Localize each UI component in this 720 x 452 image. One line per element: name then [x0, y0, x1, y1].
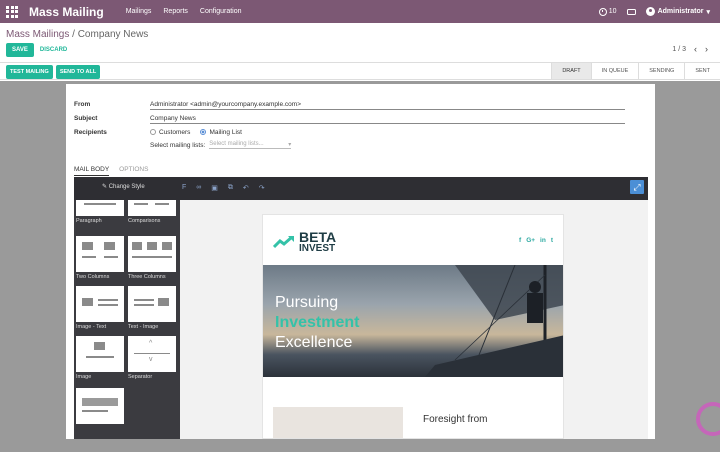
code-icon[interactable]: ⧉: [228, 184, 233, 192]
snippet-three-columns[interactable]: Three Columns: [128, 236, 176, 280]
form-sheet: From Administrator <admin@yourcompany.ex…: [66, 84, 655, 439]
snippet-text-image[interactable]: Text - Image: [128, 286, 176, 330]
logo: BETA INVEST: [273, 229, 337, 254]
avatar: [645, 7, 655, 16]
hero-line-1: Pursuing: [275, 294, 339, 311]
chevron-down-icon: v: [149, 356, 153, 363]
snippet-two-columns[interactable]: Two Columns: [76, 236, 124, 280]
caret-down-icon: ▾: [288, 142, 292, 148]
facebook-icon[interactable]: f: [519, 237, 521, 244]
hero-line-2: Investment: [275, 314, 360, 331]
status-draft[interactable]: DRAFT: [551, 63, 591, 79]
test-mailing-button[interactable]: TEST MAILING: [6, 65, 53, 79]
main-menu: Mailings Reports Configuration: [126, 8, 242, 15]
send-to-all-button[interactable]: SEND TO ALL: [55, 65, 101, 79]
logo-icon: [273, 235, 294, 248]
snippets-panel: Paragraph Comparisons Two Columns Three …: [74, 200, 180, 439]
tab-mail-body[interactable]: MAIL BODY: [74, 166, 110, 176]
chevron-left-icon[interactable]: ‹: [694, 44, 697, 54]
google-plus-icon[interactable]: G+: [526, 237, 535, 244]
undo-icon[interactable]: ↶: [243, 184, 249, 192]
tab-options[interactable]: OPTIONS: [119, 166, 148, 176]
sailboat-image: [425, 265, 563, 377]
status-sending[interactable]: SENDING: [638, 63, 684, 79]
content-image[interactable]: [273, 407, 403, 438]
caret-down-icon: ▾: [706, 8, 710, 16]
breadcrumb: Mass Mailings / Company News: [6, 29, 148, 40]
mailing-lists-input[interactable]: Select mailing lists... ▾: [209, 141, 292, 149]
menu-item-configuration[interactable]: Configuration: [200, 8, 242, 15]
linkedin-icon[interactable]: in: [540, 237, 546, 244]
top-navbar: Mass Mailing Mailings Reports Configurat…: [0, 0, 720, 23]
app-title[interactable]: Mass Mailing: [29, 5, 104, 19]
from-label: From: [74, 101, 91, 108]
messages-icon[interactable]: [626, 8, 636, 15]
chevron-right-icon[interactable]: ›: [705, 44, 708, 54]
breadcrumb-current: Company News: [77, 29, 149, 40]
subject-field[interactable]: Company News: [150, 115, 625, 124]
user-menu[interactable]: Administrator ▾: [645, 7, 710, 16]
apps-menu-icon[interactable]: [6, 5, 20, 19]
pager-value[interactable]: 1 / 3: [672, 46, 686, 53]
twitter-icon[interactable]: t: [551, 237, 553, 244]
status-sent[interactable]: SENT: [684, 63, 720, 79]
radio-customers[interactable]: Customers: [150, 129, 190, 136]
snippet-image-text[interactable]: Image - Text: [76, 286, 124, 330]
redo-icon[interactable]: ↷: [259, 184, 265, 192]
activity-count: 10: [608, 8, 617, 15]
section-title[interactable]: Foresight from: [423, 414, 487, 425]
image-icon[interactable]: ▣: [211, 184, 218, 192]
radio-mailing-list[interactable]: Mailing List: [200, 129, 242, 136]
snippet-paragraph[interactable]: Paragraph: [76, 200, 124, 224]
change-style-button[interactable]: ✎ Change Style: [102, 183, 145, 190]
editor-toolbar: ✎ Change Style F ∞ ▣ ⧉ ↶ ↷ ⤢: [74, 177, 648, 200]
breadcrumb-parent[interactable]: Mass Mailings: [6, 29, 69, 40]
menu-item-mailings[interactable]: Mailings: [126, 8, 152, 15]
social-links: f G+ in t: [519, 237, 553, 244]
mailing-lists-label: Select mailing lists:: [150, 141, 206, 149]
subject-label: Subject: [74, 115, 98, 122]
snippet-comparisons[interactable]: Comparisons: [128, 200, 176, 224]
chevron-up-icon: ^: [149, 340, 153, 347]
radio-button-checked-icon: [200, 129, 207, 136]
brush-icon: ✎: [102, 184, 109, 190]
hero-banner[interactable]: Pursuing Investment Excellence: [263, 265, 563, 377]
pager: 1 / 3 ‹ ›: [672, 44, 708, 54]
email-canvas: BETA INVEST f G+ in t Pursuing Investmen…: [180, 200, 648, 439]
fullscreen-icon[interactable]: ⤢: [630, 180, 644, 194]
menu-item-reports[interactable]: Reports: [163, 8, 188, 15]
from-field[interactable]: Administrator <admin@yourcompany.example…: [150, 101, 625, 110]
activities-button[interactable]: 10: [598, 7, 617, 16]
notebook-tabs: MAIL BODY OPTIONS: [74, 166, 148, 176]
logo-text-line2: INVEST: [299, 242, 336, 254]
discard-button[interactable]: DISCARD: [40, 47, 67, 53]
statusbar: DRAFT IN QUEUE SENDING SENT: [551, 63, 720, 79]
breadcrumb-separator: /: [72, 29, 75, 40]
status-in-queue[interactable]: IN QUEUE: [590, 63, 639, 79]
logo-text-line1: BETA: [299, 229, 337, 245]
hero-line-3: Excellence: [275, 334, 353, 351]
clock-icon: [598, 7, 607, 16]
save-button[interactable]: SAVE: [6, 43, 34, 57]
form-header: TEST MAILING SEND TO ALL DRAFT IN QUEUE …: [0, 62, 720, 80]
snippet-button[interactable]: [76, 388, 124, 426]
email-template[interactable]: BETA INVEST f G+ in t Pursuing Investmen…: [262, 214, 564, 439]
font-icon[interactable]: F: [182, 184, 186, 192]
radio-button-icon: [150, 129, 156, 136]
snippet-image[interactable]: Image: [76, 336, 124, 380]
link-icon[interactable]: ∞: [196, 184, 201, 192]
recipients-radio-group: Customers Mailing List: [150, 129, 242, 136]
user-name: Administrator: [657, 8, 704, 15]
recipients-label: Recipients: [74, 129, 107, 136]
snippet-separator[interactable]: ^ v Separator: [128, 336, 176, 380]
